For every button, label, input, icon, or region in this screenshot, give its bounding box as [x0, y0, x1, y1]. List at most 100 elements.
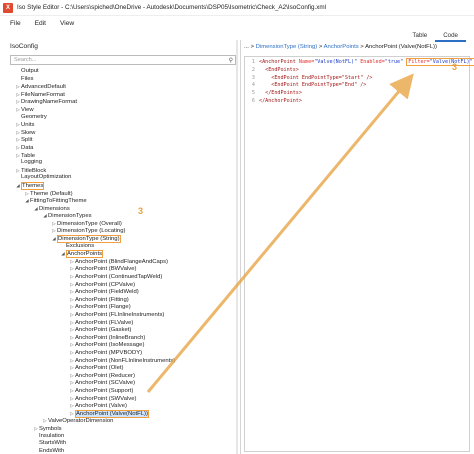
tree-item[interactable]: Logging	[6, 159, 236, 167]
step-marker: 3	[138, 206, 144, 216]
tree-item[interactable]: ▷AnchorPoint (Olet)	[6, 364, 236, 372]
tree-item[interactable]: Output	[6, 68, 236, 76]
tree-item[interactable]: ◢ Themes	[6, 181, 236, 190]
tree-item[interactable]: ▷ AnchorPoint (Valve(NotFL))	[6, 409, 236, 418]
tree-item[interactable]: ▷AnchorPoint (ContinuedTapWeld)	[6, 273, 236, 281]
tree-item-label: Data	[21, 144, 34, 151]
menu-file[interactable]: File	[10, 20, 21, 27]
tree-item[interactable]: ▷AnchorPoint (SCValve)	[6, 379, 236, 387]
tree-item[interactable]: StartsWith	[6, 440, 236, 448]
tree-item[interactable]: ◢ DimensionType (String)	[6, 235, 236, 244]
tree-item-label: AnchorPoint (FieldWeld)	[75, 289, 139, 296]
tree-scrollbar[interactable]	[236, 40, 238, 454]
filter-attribute-highlight: Filter="Valve(NotFL)"	[406, 58, 474, 66]
search-input[interactable]: Search... ⚲	[10, 55, 236, 65]
tree-item-label: AnchorPoint (NonFLInlineInstruments)	[75, 357, 176, 364]
tree-item[interactable]: ▷AnchorPoint (IsoMessage)	[6, 341, 236, 349]
tree-item[interactable]: ▷AnchorPoint (FLValve)	[6, 319, 236, 327]
tree-item[interactable]: ◢ AnchorPoints	[6, 250, 236, 259]
breadcrumb-item[interactable]: AnchorPoints	[324, 44, 359, 50]
tree-item[interactable]: ▷Table	[6, 152, 236, 160]
tree-item[interactable]: Files	[6, 76, 236, 84]
tree-item-label: AnchorPoint (Flange)	[75, 304, 131, 311]
breadcrumb-prefix[interactable]: ...	[244, 44, 249, 50]
search-placeholder: Search...	[14, 57, 37, 63]
tree-item[interactable]: ▷AdvancedDefault	[6, 83, 236, 91]
tree-item-label: Skew	[21, 129, 36, 136]
tree-item[interactable]: ▷Data	[6, 144, 236, 152]
search-icon[interactable]: ⚲	[229, 57, 233, 65]
xml-attr: Enabled=	[357, 59, 385, 65]
tree-item-label: AdvancedDefault	[21, 84, 66, 91]
code-panel: ... > DimensionType (String) > AnchorPoi…	[242, 40, 474, 454]
xml-tag: <AnchorPoint	[259, 59, 299, 65]
tree-item-label: StartsWith	[39, 440, 67, 447]
code-text: </AnchorPoint>	[259, 97, 302, 104]
tree-item-label: TitleBlock	[21, 167, 47, 174]
tree-item[interactable]: ▷AnchorPoint (NonFLInlineInstruments)	[6, 357, 236, 365]
tree-item[interactable]: ◢FittingToFittingTheme	[6, 197, 236, 205]
code-line: 2 <EndPoints>	[245, 67, 469, 75]
tree-item-label: AnchorPoint (Valve)	[75, 403, 127, 410]
tree-item[interactable]: ▷ValveOperatorDimension	[6, 417, 236, 425]
tree-item-label: FileNameFormat	[21, 91, 65, 98]
config-tree: Output Files ▷AdvancedDefault ▷FileNameForm…	[6, 68, 236, 452]
app-icon: X	[3, 2, 13, 13]
tree-item[interactable]: ◢Dimensions	[6, 205, 236, 213]
tree-item[interactable]: ▷DimensionType (Overall)	[6, 220, 236, 228]
menu-edit[interactable]: Edit	[35, 20, 46, 27]
tree-item-label: DimensionType (Locating)	[57, 228, 126, 235]
tree-panel: IsoConfig Search... ⚲ Output Files ▷Advanc…	[0, 40, 238, 454]
tree-item-label: EndsWith	[39, 447, 65, 452]
tree-item[interactable]: ▷AnchorPoint (Gasket)	[6, 326, 236, 334]
menu-view[interactable]: View	[60, 20, 74, 27]
step-marker: 3	[452, 62, 458, 72]
tree-item[interactable]: ▷AnchorPoint (MPVBODY)	[6, 349, 236, 357]
panel-title: IsoConfig	[10, 43, 38, 50]
tree-item[interactable]: ▷TitleBlock	[6, 167, 236, 175]
tree-item[interactable]: ▷FileNameFormat	[6, 91, 236, 99]
tree-item[interactable]: ▷AnchorPoint (Flange)	[6, 303, 236, 311]
panel-divider[interactable]	[240, 40, 241, 454]
tree-item[interactable]: ▷AnchorPoint (CPValve)	[6, 281, 236, 289]
tree-item[interactable]: ▷AnchorPoint (BlindFlangeAndCaps)	[6, 258, 236, 266]
tree-item[interactable]: ▷AnchorPoint (BWValve)	[6, 265, 236, 273]
tree-item[interactable]: ▷AnchorPoint (FieldWeld)	[6, 288, 236, 296]
tree-item[interactable]: LayoutOptimization	[6, 174, 236, 182]
tree-item[interactable]: ▷Skew	[6, 129, 236, 137]
tree-item[interactable]: ▷Symbols	[6, 425, 236, 433]
tree-item-label: DrawingNameFormat	[21, 99, 77, 106]
tree-item[interactable]: ▷DimensionType (Locating)	[6, 227, 236, 235]
tree-item[interactable]: ▷Units	[6, 121, 236, 129]
tree-item[interactable]: Exclusions	[6, 243, 236, 251]
tree-item[interactable]: Insulation	[6, 433, 236, 441]
tree-item[interactable]: ▷AnchorPoint (FLInlineInstruments)	[6, 311, 236, 319]
breadcrumb-current: AnchorPoint (Valve(NotFL))	[365, 44, 437, 50]
code-text: <EndPoints>	[259, 66, 299, 73]
tree-item[interactable]: ▷AnchorPoint (Valve)	[6, 402, 236, 410]
tree-item[interactable]: ▷AnchorPoint (Support)	[6, 387, 236, 395]
breadcrumb-item[interactable]: DimensionType (String)	[256, 44, 318, 50]
tree-item[interactable]: ▷View	[6, 106, 236, 114]
tree-item-label: AnchorPoint (Support)	[75, 387, 134, 394]
code-line: 3 <EndPoint EndPointType="Start" />	[245, 75, 469, 83]
code-editor[interactable]: 1 <AnchorPoint Name="Valve(NotFL)" Enable…	[244, 56, 474, 452]
tree-item[interactable]: EndsWith	[6, 448, 236, 452]
code-line: 6 </AnchorPoint>	[245, 98, 469, 106]
tree-item-label: Dimensions	[39, 205, 70, 212]
tree-item[interactable]: ◢DimensionTypes	[6, 212, 236, 220]
tree-item-label: FittingToFittingTheme	[30, 198, 87, 205]
tree-item[interactable]: ▷DrawingNameFormat	[6, 98, 236, 106]
tree-item[interactable]: ▷Theme (Default)	[6, 190, 236, 198]
line-number: 1	[251, 59, 255, 65]
tree-item[interactable]: ▷Split	[6, 136, 236, 144]
tree-item[interactable]: ▷AnchorPoint (SWValve)	[6, 395, 236, 403]
tree-item[interactable]: ▷AnchorPoint (Fitting)	[6, 296, 236, 304]
tree-item-label: AnchorPoint (Gasket)	[75, 327, 132, 334]
tree-item[interactable]: ▷AnchorPoint (Reducer)	[6, 372, 236, 380]
menu-bar: File Edit View	[0, 16, 474, 30]
tree-item[interactable]: Geometry	[6, 114, 236, 122]
tree-item-label: Files	[21, 75, 34, 82]
tree-item[interactable]: ▷AnchorPoint (InlineBranch)	[6, 334, 236, 342]
tree-item-label: AnchorPoint (SCValve)	[75, 380, 136, 387]
